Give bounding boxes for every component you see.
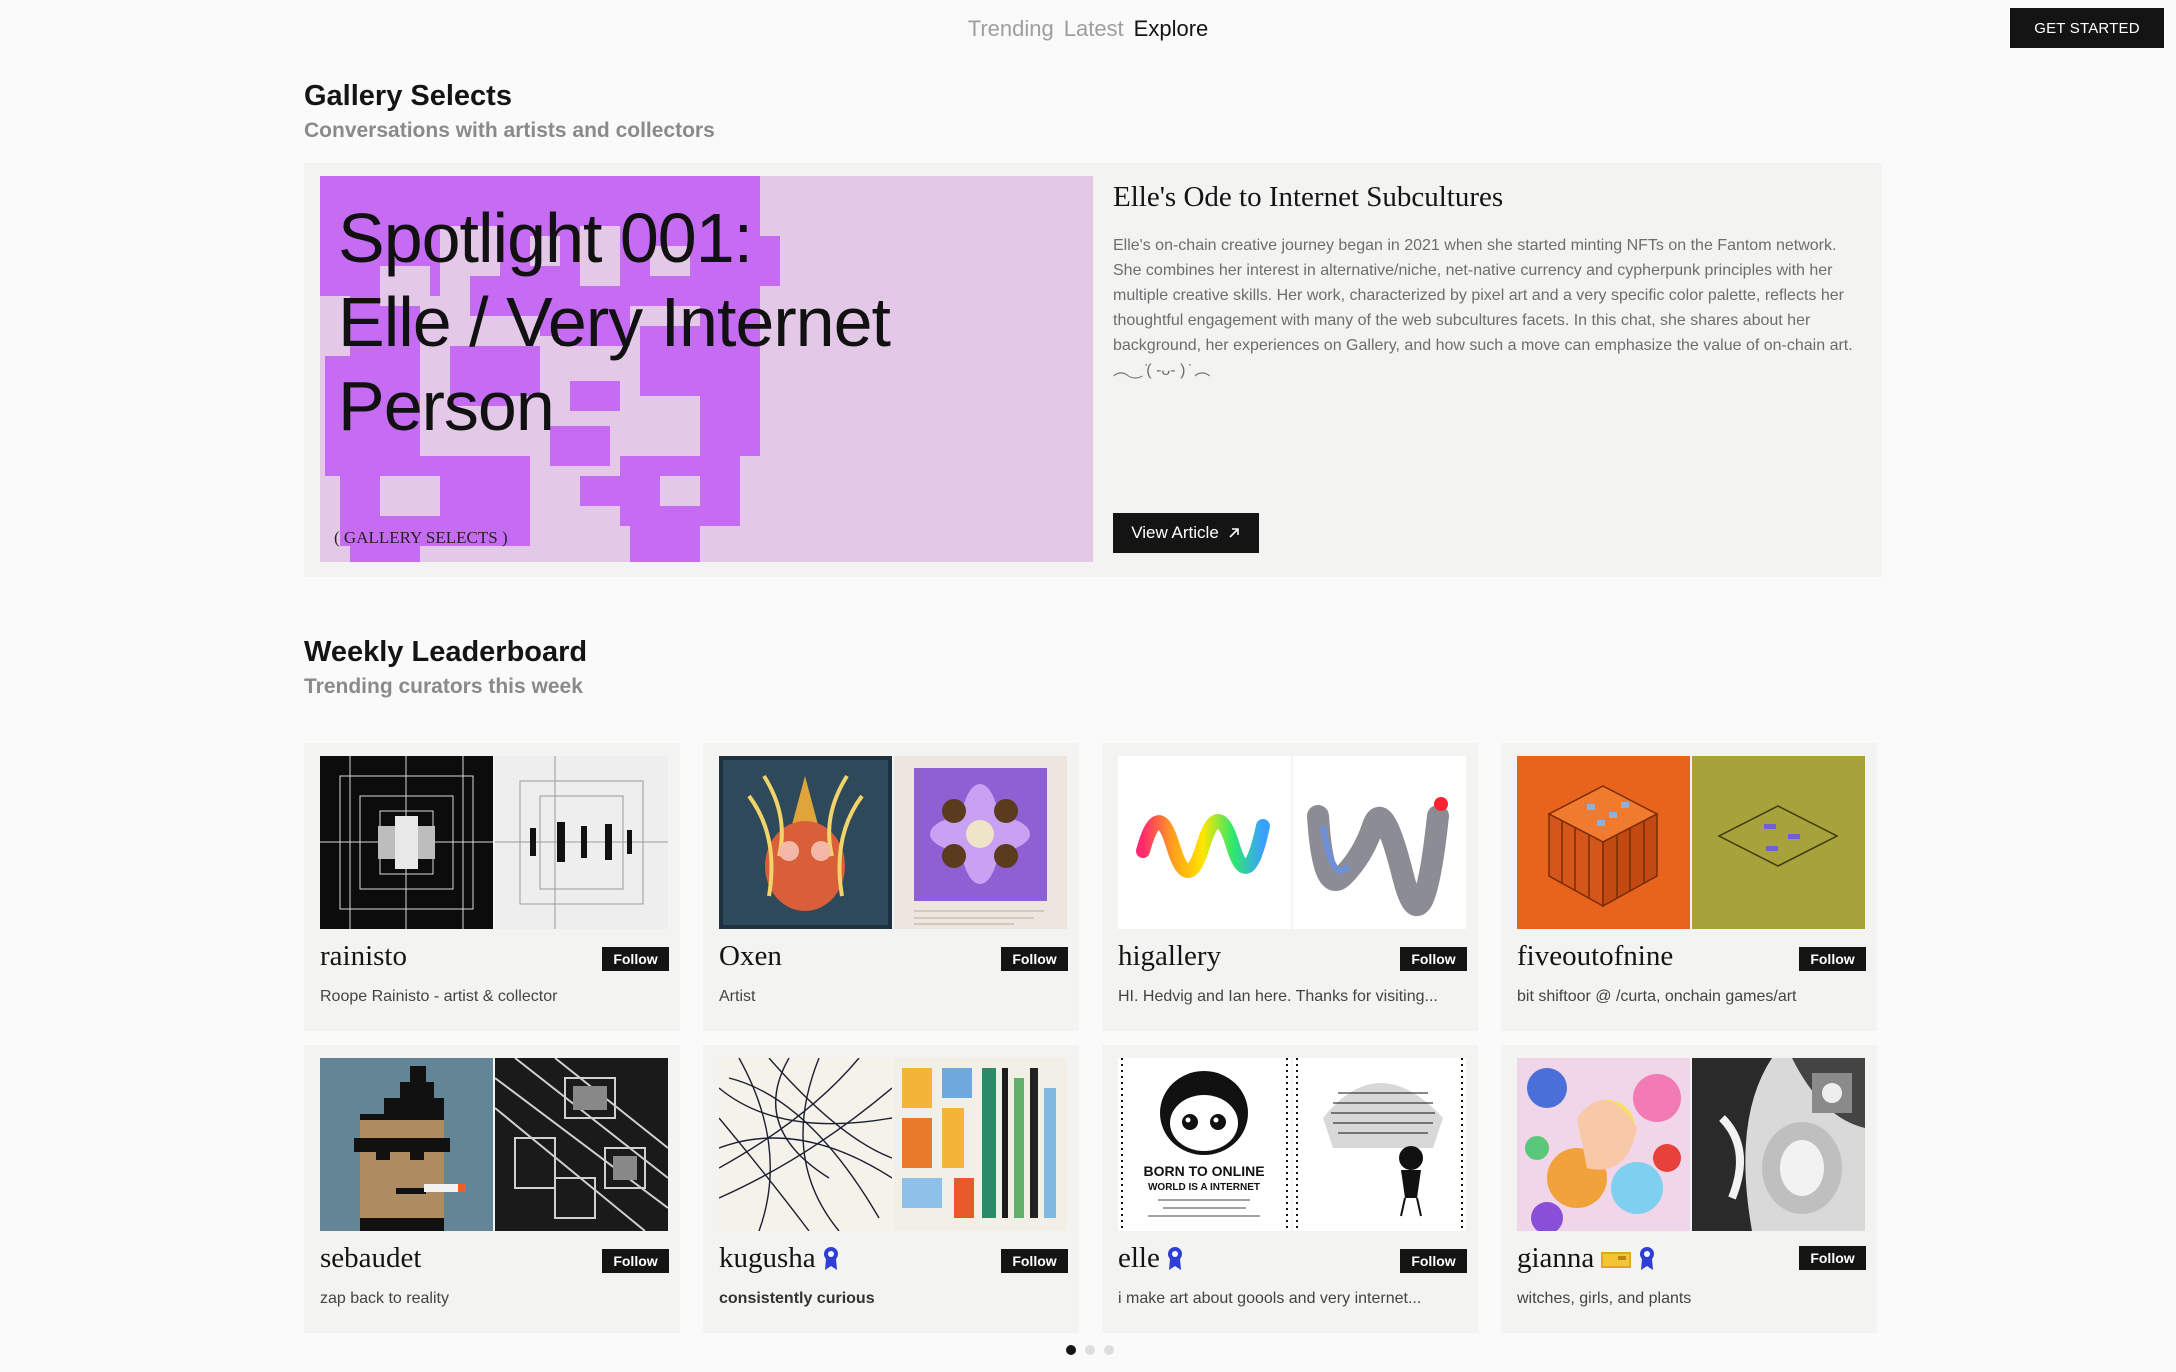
- tab-latest[interactable]: Latest: [1064, 16, 1124, 42]
- spotlight-artwork[interactable]: Spotlight 001: Elle / Very Internet Pers…: [320, 176, 1093, 562]
- follow-button[interactable]: Follow: [1001, 1249, 1068, 1273]
- view-article-button[interactable]: View Article: [1113, 513, 1259, 553]
- tab-trending[interactable]: Trending: [968, 16, 1054, 42]
- artwork-thumbnail: [1293, 756, 1466, 929]
- artwork-thumbnail: [1692, 1058, 1865, 1231]
- curator-card-higallery[interactable]: higallery Follow HI. Hedvig and Ian here…: [1102, 743, 1478, 1031]
- gallery-selects-subtitle: Conversations with artists and collector…: [304, 119, 715, 142]
- curator-name-text: Oxen: [719, 940, 782, 972]
- carousel-dot-2[interactable]: [1085, 1345, 1095, 1355]
- curator-preview-images: [320, 756, 669, 929]
- curator-bio: Artist: [719, 988, 756, 1005]
- view-article-label: View Article: [1131, 523, 1219, 542]
- leaderboard-title: Weekly Leaderboard: [304, 636, 588, 668]
- artwork-thumbnail: [1118, 756, 1291, 929]
- curator-name-text: rainisto: [320, 940, 407, 972]
- spotlight-line-2: Elle / Very Internet: [338, 283, 891, 361]
- curator-name[interactable]: Oxen: [719, 940, 782, 973]
- curator-name-text: elle: [1118, 1242, 1160, 1274]
- curator-card-rainisto[interactable]: rainisto Follow Roope Rainisto - artist …: [304, 743, 680, 1031]
- follow-button[interactable]: Follow: [602, 1249, 669, 1273]
- curator-name-text: gianna: [1517, 1242, 1595, 1274]
- gallery-selects-tag: ( GALLERY SELECTS ): [334, 528, 508, 547]
- svg-text:BORN TO ONLINE: BORN TO ONLINE: [1143, 1163, 1264, 1179]
- curator-card-oxen[interactable]: Oxen Follow Artist: [703, 743, 1079, 1031]
- carousel-dot-3[interactable]: [1104, 1345, 1114, 1355]
- follow-button[interactable]: Follow: [1001, 947, 1068, 971]
- featured-article-card[interactable]: Spotlight 001: Elle / Very Internet Pers…: [304, 163, 1882, 577]
- follow-button[interactable]: Follow: [1400, 1249, 1467, 1273]
- artwork-thumbnail: [1293, 1058, 1466, 1231]
- artwork-thumbnail: BORN TO ONLINE WORLD IS A INTERNET: [1118, 1058, 1291, 1231]
- curator-name-text: sebaudet: [320, 1242, 422, 1274]
- curator-bio: HI. Hedvig and Ian here. Thanks for visi…: [1118, 988, 1438, 1005]
- curator-preview-images: [719, 756, 1068, 929]
- curator-preview-images: [1517, 756, 1866, 929]
- artwork-thumbnail: [320, 756, 493, 929]
- artwork-thumbnail: [1692, 756, 1865, 929]
- artwork-thumbnail: [894, 1058, 1067, 1231]
- curator-bio: consistently curious: [719, 1290, 875, 1307]
- spotlight-line-3: Person: [338, 367, 555, 445]
- curator-preview-images: [719, 1058, 1068, 1231]
- curator-name[interactable]: kugusha: [719, 1242, 840, 1275]
- svg-text:WORLD IS A INTERNET: WORLD IS A INTERNET: [1148, 1182, 1260, 1193]
- curator-preview-images: [1517, 1058, 1866, 1231]
- curator-card-elle[interactable]: BORN TO ONLINE WORLD IS A INTERNET elle …: [1102, 1045, 1478, 1333]
- ribbon-badge-icon[interactable]: [1638, 1246, 1656, 1272]
- curator-card-kugusha[interactable]: kugusha Follow consistently curious: [703, 1045, 1079, 1333]
- curator-name-text: kugusha: [719, 1242, 816, 1274]
- curator-bio: witches, girls, and plants: [1517, 1290, 1692, 1307]
- artwork-thumbnail: [1517, 756, 1690, 929]
- curator-preview-images: [1118, 756, 1467, 929]
- curator-card-sebaudet[interactable]: sebaudet Follow zap back to reality: [304, 1045, 680, 1333]
- top-nav: Trending Latest Explore: [0, 12, 2176, 46]
- curator-bio: bit shiftoor @ /curta, onchain games/art: [1517, 988, 1797, 1005]
- follow-button[interactable]: Follow: [1400, 947, 1467, 971]
- artwork-thumbnail: [495, 756, 668, 929]
- artwork-thumbnail: [320, 1058, 493, 1231]
- artwork-thumbnail: [1517, 1058, 1690, 1231]
- carousel-dot-1[interactable]: [1066, 1345, 1076, 1355]
- article-headline[interactable]: Elle's Ode to Internet Subcultures: [1113, 181, 1503, 214]
- follow-button[interactable]: Follow: [602, 947, 669, 971]
- artwork-thumbnail: [894, 756, 1067, 929]
- curator-preview-images: BORN TO ONLINE WORLD IS A INTERNET: [1118, 1058, 1467, 1231]
- get-started-button[interactable]: GET STARTED: [2010, 8, 2164, 48]
- curator-bio: i make art about goools and very interne…: [1118, 1290, 1422, 1307]
- follow-button[interactable]: Follow: [1799, 1246, 1866, 1270]
- curator-name-text: higallery: [1118, 940, 1222, 972]
- ribbon-badge-icon[interactable]: [822, 1246, 840, 1272]
- ribbon-badge-icon[interactable]: [1166, 1246, 1184, 1272]
- carousel-pagination: [1066, 1345, 1114, 1355]
- curator-name[interactable]: fiveoutofnine: [1517, 940, 1673, 973]
- spotlight-art-title: Spotlight 001: Elle / Very Internet Pers…: [338, 196, 891, 448]
- artwork-thumbnail: [719, 1058, 892, 1231]
- curator-name[interactable]: higallery: [1118, 940, 1221, 973]
- follow-button[interactable]: Follow: [1799, 947, 1866, 971]
- curator-name[interactable]: elle: [1118, 1242, 1184, 1275]
- gallery-selects-title: Gallery Selects: [304, 80, 512, 112]
- artwork-thumbnail: [495, 1058, 668, 1231]
- arrow-up-right-icon: [1229, 528, 1239, 538]
- curator-name[interactable]: gianna: [1517, 1242, 1656, 1275]
- curator-card-gianna[interactable]: gianna Follow witches, girls, and plants: [1501, 1045, 1877, 1333]
- curator-name[interactable]: sebaudet: [320, 1242, 421, 1275]
- gold-card-badge-icon[interactable]: [1600, 1248, 1632, 1270]
- article-description: Elle's on-chain creative journey began i…: [1113, 237, 1853, 379]
- curator-card-fiveoutofnine[interactable]: fiveoutofnine Follow bit shiftoor @ /cur…: [1501, 743, 1877, 1031]
- spotlight-line-1: Spotlight 001:: [338, 199, 753, 277]
- leaderboard-subtitle: Trending curators this week: [304, 675, 583, 698]
- curator-bio: zap back to reality: [320, 1290, 449, 1307]
- curator-name-text: fiveoutofnine: [1517, 940, 1674, 972]
- artwork-thumbnail: [719, 756, 892, 929]
- tab-explore[interactable]: Explore: [1134, 16, 1209, 42]
- curator-bio: Roope Rainisto - artist & collector: [320, 988, 558, 1005]
- curator-preview-images: [320, 1058, 669, 1231]
- curator-name[interactable]: rainisto: [320, 940, 407, 973]
